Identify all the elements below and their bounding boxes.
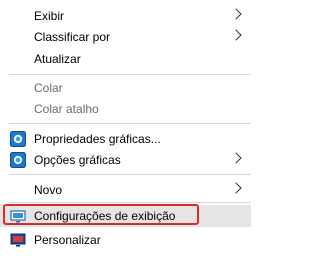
menu-item-graphics-properties[interactable]: Propriedades gráficas... xyxy=(0,128,251,150)
menu-item-paste: Colar xyxy=(0,77,251,99)
menu-item-label: Opções gráficas xyxy=(34,153,121,167)
menu-item-label: Novo xyxy=(34,183,63,197)
menu-item-refresh[interactable]: Atualizar xyxy=(0,48,251,70)
menu-item-new[interactable]: Novo xyxy=(0,179,251,201)
highlight-annotation-box xyxy=(3,204,199,225)
menu-item-personalize[interactable]: Personalizar xyxy=(0,229,251,251)
chevron-right-icon xyxy=(230,182,242,194)
desktop-context-menu: Exibir Classificar por Atualizar Colar C… xyxy=(0,0,251,258)
chevron-right-icon xyxy=(230,152,242,164)
menu-item-label: Propriedades gráficas... xyxy=(34,132,161,146)
menu-item-label: Classificar por xyxy=(34,30,111,44)
personalize-icon xyxy=(10,232,26,248)
menu-item-label: Exibir xyxy=(34,9,65,23)
intel-graphics-icon xyxy=(10,131,26,147)
menu-item-graphics-options[interactable]: Opções gráficas xyxy=(0,149,251,171)
menu-separator xyxy=(9,74,251,75)
menu-separator xyxy=(9,123,251,124)
menu-item-label: Colar xyxy=(34,81,63,95)
menu-item-paste-shortcut: Colar atalho xyxy=(0,98,251,120)
chevron-right-icon xyxy=(230,29,242,41)
menu-separator xyxy=(9,174,251,175)
menu-item-view[interactable]: Exibir xyxy=(0,5,251,27)
menu-separator xyxy=(9,202,251,203)
menu-item-label: Colar atalho xyxy=(34,102,99,116)
menu-item-label: Personalizar xyxy=(34,233,101,247)
chevron-right-icon xyxy=(230,8,242,20)
menu-item-label: Atualizar xyxy=(34,52,81,66)
menu-item-sort-by[interactable]: Classificar por xyxy=(0,26,251,48)
intel-graphics-icon xyxy=(10,152,26,168)
